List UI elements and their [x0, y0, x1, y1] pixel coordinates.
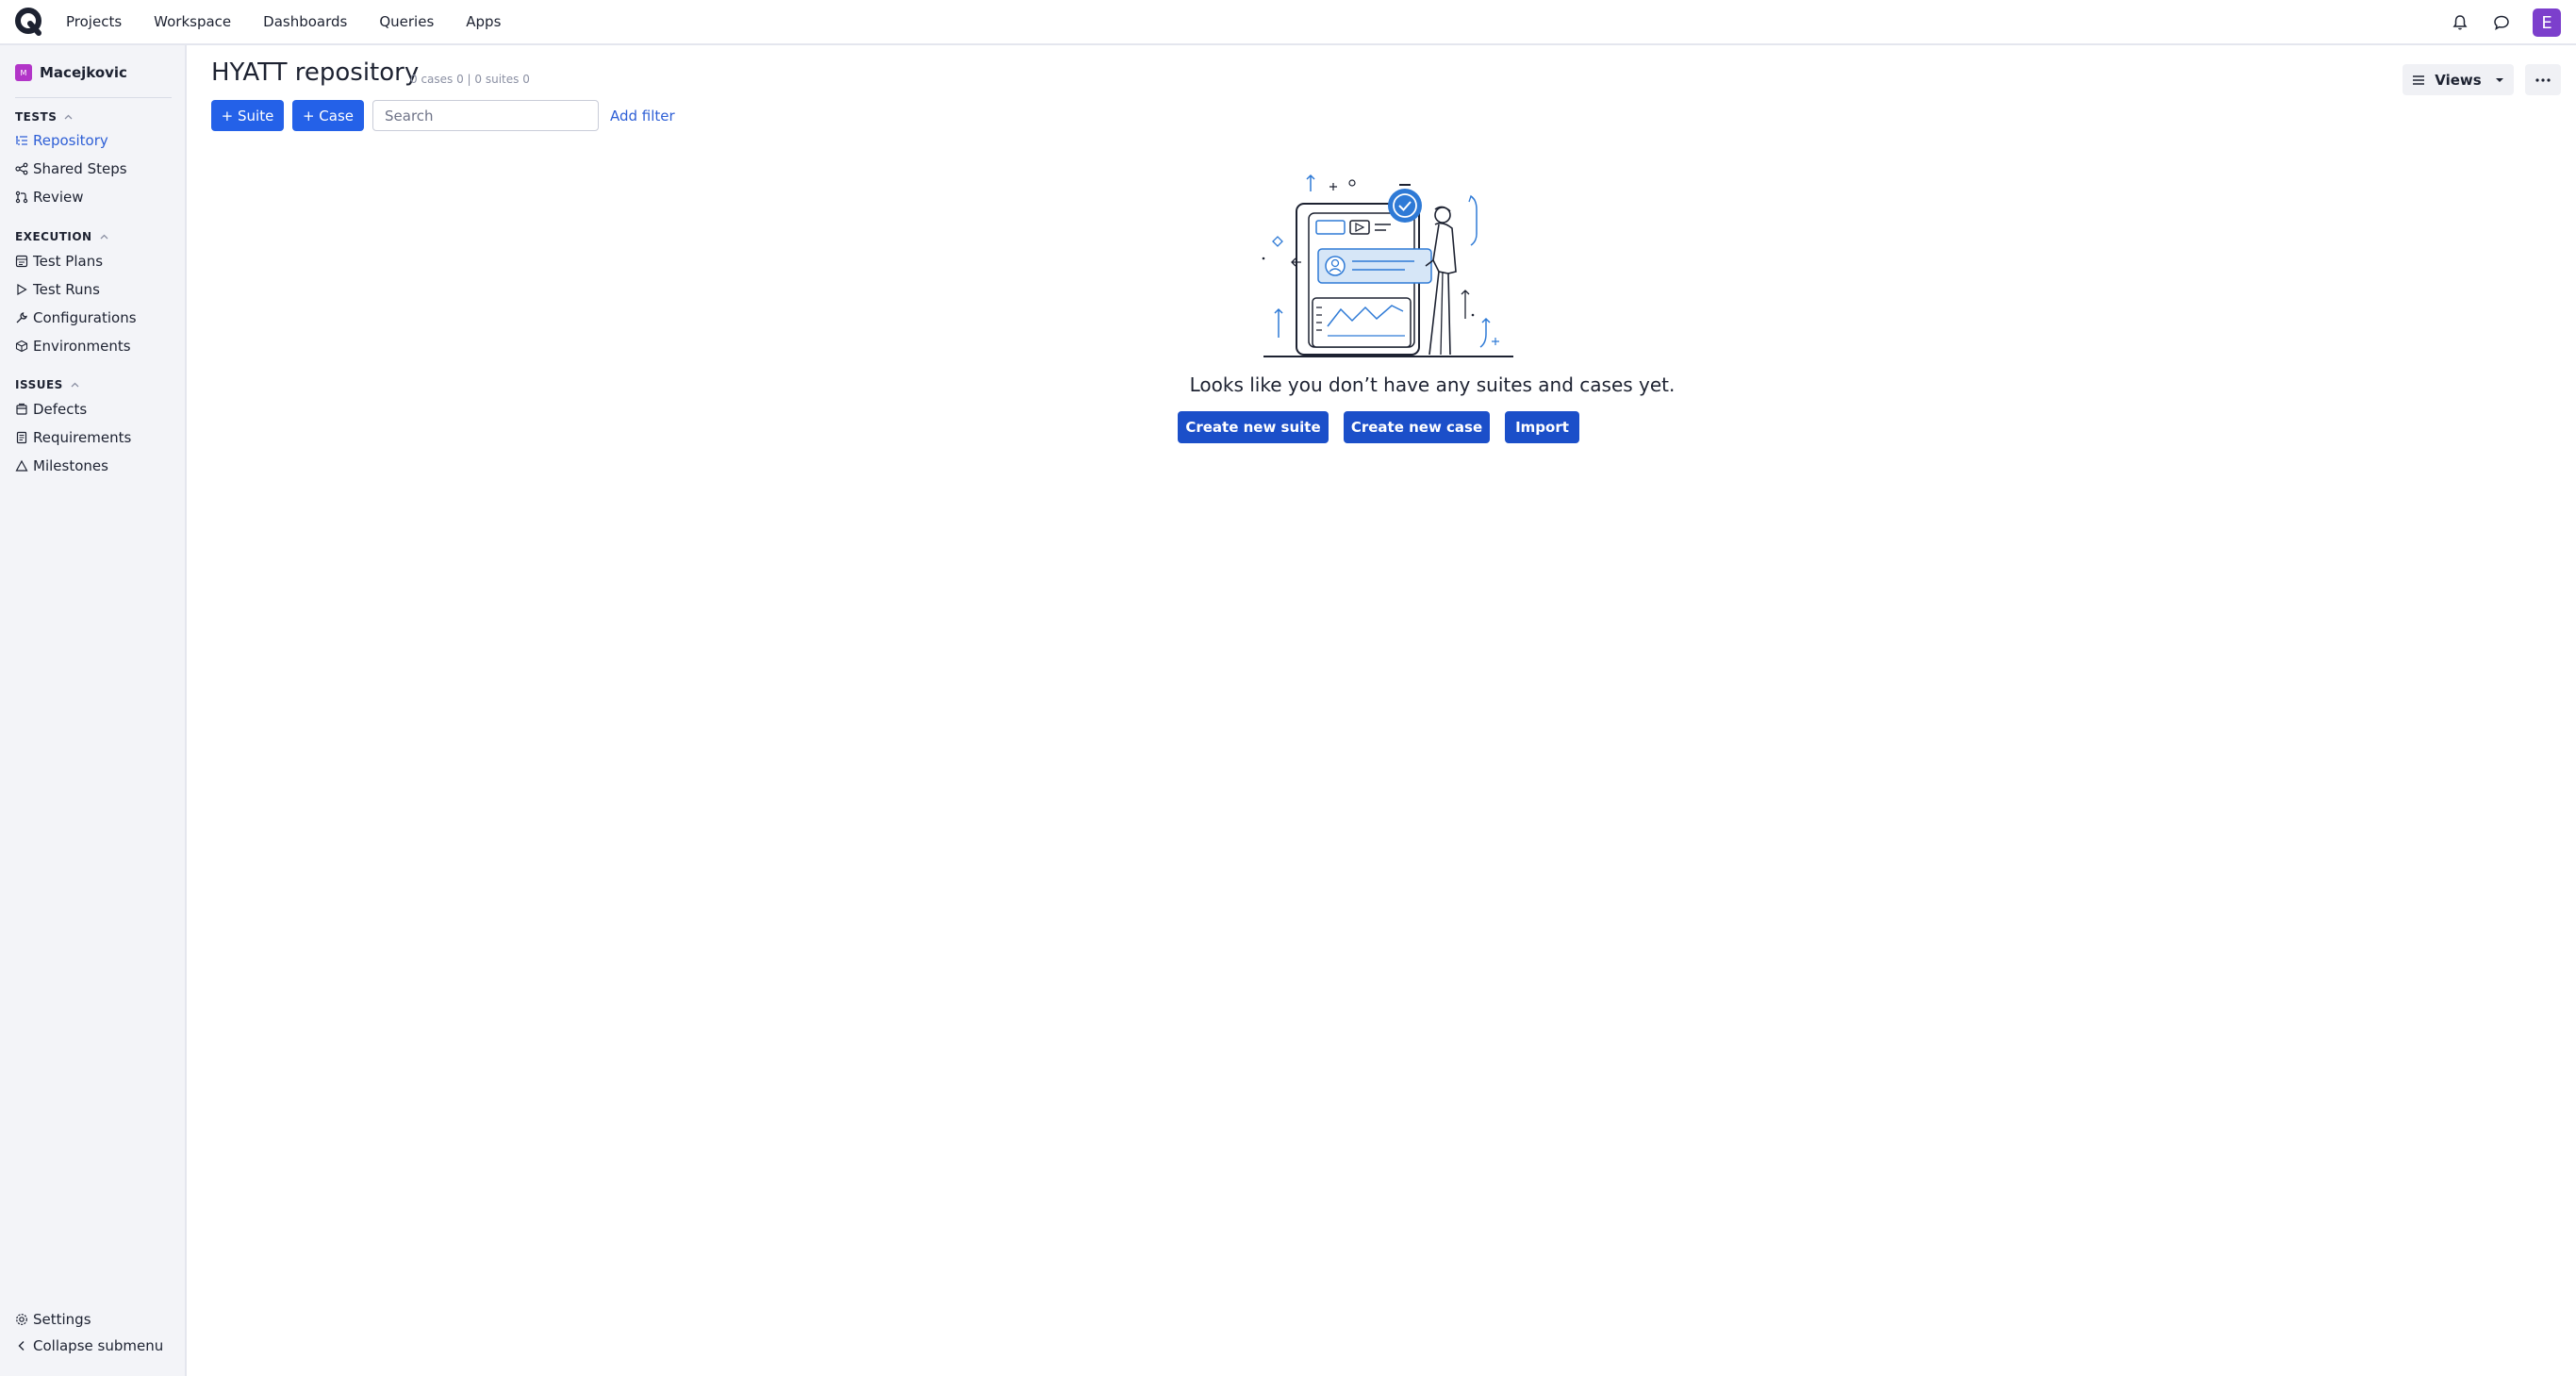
section-execution-header[interactable]: EXECUTION: [15, 230, 108, 243]
sidebar: M Macejkovic TESTS Repository Shared Ste…: [0, 45, 187, 1376]
wrench-icon: [15, 311, 28, 324]
import-button[interactable]: Import: [1505, 411, 1579, 443]
create-new-case-button[interactable]: Create new case: [1344, 411, 1490, 443]
user-avatar[interactable]: E: [2533, 8, 2561, 37]
caret-down-icon: [2495, 77, 2503, 82]
sidebar-item-configurations[interactable]: Configurations: [15, 309, 137, 326]
nav-projects[interactable]: Projects: [66, 13, 122, 30]
milestone-triangle-icon: [15, 459, 28, 472]
sidebar-item-label: Defects: [33, 401, 88, 418]
section-issues-header[interactable]: ISSUES: [15, 378, 79, 391]
bug-icon: [15, 403, 28, 416]
nav-queries[interactable]: Queries: [379, 13, 434, 30]
sidebar-item-label: Environments: [33, 338, 131, 355]
add-case-button[interactable]: + Case: [292, 100, 364, 131]
sidebar-settings[interactable]: Settings: [15, 1311, 91, 1328]
project-badge: M: [15, 64, 32, 81]
views-label: Views: [2435, 71, 2482, 89]
nav-dashboards[interactable]: Dashboards: [263, 13, 347, 30]
notifications-bell-icon[interactable]: [2450, 12, 2470, 33]
calendar-list-icon: [15, 255, 28, 268]
project-name: Macejkovic: [40, 64, 127, 81]
create-new-suite-button[interactable]: Create new suite: [1178, 411, 1329, 443]
views-dropdown[interactable]: Views: [2403, 64, 2514, 95]
share-nodes-icon: [15, 162, 28, 175]
sidebar-item-label: Shared Steps: [33, 160, 127, 177]
sidebar-item-label: Review: [33, 189, 84, 206]
qase-logo-icon[interactable]: [14, 8, 42, 36]
sidebar-item-label: Repository: [33, 132, 108, 149]
main-content: HYATT repository 0 cases 0 | 0 suites 0 …: [189, 45, 2576, 1376]
sidebar-item-defects[interactable]: Defects: [15, 401, 87, 418]
sidebar-item-requirements[interactable]: Requirements: [15, 429, 131, 446]
repository-counts: 0 cases 0 | 0 suites 0: [410, 73, 530, 86]
section-tests-header[interactable]: TESTS: [15, 110, 73, 124]
play-icon: [15, 283, 28, 296]
chat-bubble-icon[interactable]: [2491, 12, 2512, 33]
gear-icon: [15, 1313, 28, 1326]
section-title: TESTS: [15, 110, 58, 124]
sidebar-item-milestones[interactable]: Milestones: [15, 457, 108, 474]
section-title: ISSUES: [15, 378, 63, 391]
collapse-submenu-button[interactable]: Collapse submenu: [15, 1337, 163, 1354]
git-pull-request-icon: [15, 191, 28, 204]
search-input[interactable]: [372, 100, 599, 131]
top-right-controls: E: [2450, 0, 2576, 45]
divider: [15, 97, 172, 98]
chevron-up-icon: [71, 382, 79, 387]
chevron-up-icon: [100, 234, 108, 239]
sidebar-item-repository[interactable]: Repository: [15, 132, 108, 149]
settings-label: Settings: [33, 1311, 91, 1328]
empty-state-illustration: [1262, 174, 1513, 357]
sidebar-item-test-runs[interactable]: Test Runs: [15, 281, 100, 298]
more-options-button[interactable]: [2525, 64, 2561, 95]
document-icon: [15, 431, 28, 444]
empty-state-message: Looks like you don’t have any suites and…: [1189, 373, 1676, 396]
sidebar-item-label: Test Runs: [33, 281, 100, 298]
ellipsis-icon: [2535, 77, 2551, 82]
nav-apps[interactable]: Apps: [466, 13, 501, 30]
chevron-up-icon: [64, 114, 73, 119]
sidebar-item-label: Test Plans: [33, 253, 104, 270]
sidebar-item-review[interactable]: Review: [15, 189, 84, 206]
add-filter-link[interactable]: Add filter: [610, 108, 675, 124]
sidebar-item-test-plans[interactable]: Test Plans: [15, 253, 103, 270]
add-suite-button[interactable]: + Suite: [211, 100, 284, 131]
top-navigation: Projects Workspace Dashboards Queries Ap…: [0, 0, 2576, 45]
menu-lines-icon: [2413, 75, 2425, 85]
sidebar-item-environments[interactable]: Environments: [15, 338, 131, 355]
section-title: EXECUTION: [15, 230, 92, 243]
sidebar-item-label: Requirements: [33, 429, 132, 446]
collapse-label: Collapse submenu: [33, 1337, 164, 1354]
list-tree-icon: [15, 134, 28, 147]
sidebar-item-label: Milestones: [33, 457, 108, 474]
sidebar-item-shared-steps[interactable]: Shared Steps: [15, 160, 127, 177]
cube-icon: [15, 340, 28, 353]
chevron-left-icon: [15, 1339, 28, 1352]
sidebar-item-label: Configurations: [33, 309, 137, 326]
nav-workspace[interactable]: Workspace: [154, 13, 231, 30]
page-title: HYATT repository: [211, 58, 420, 87]
project-selector[interactable]: M Macejkovic: [15, 64, 127, 81]
